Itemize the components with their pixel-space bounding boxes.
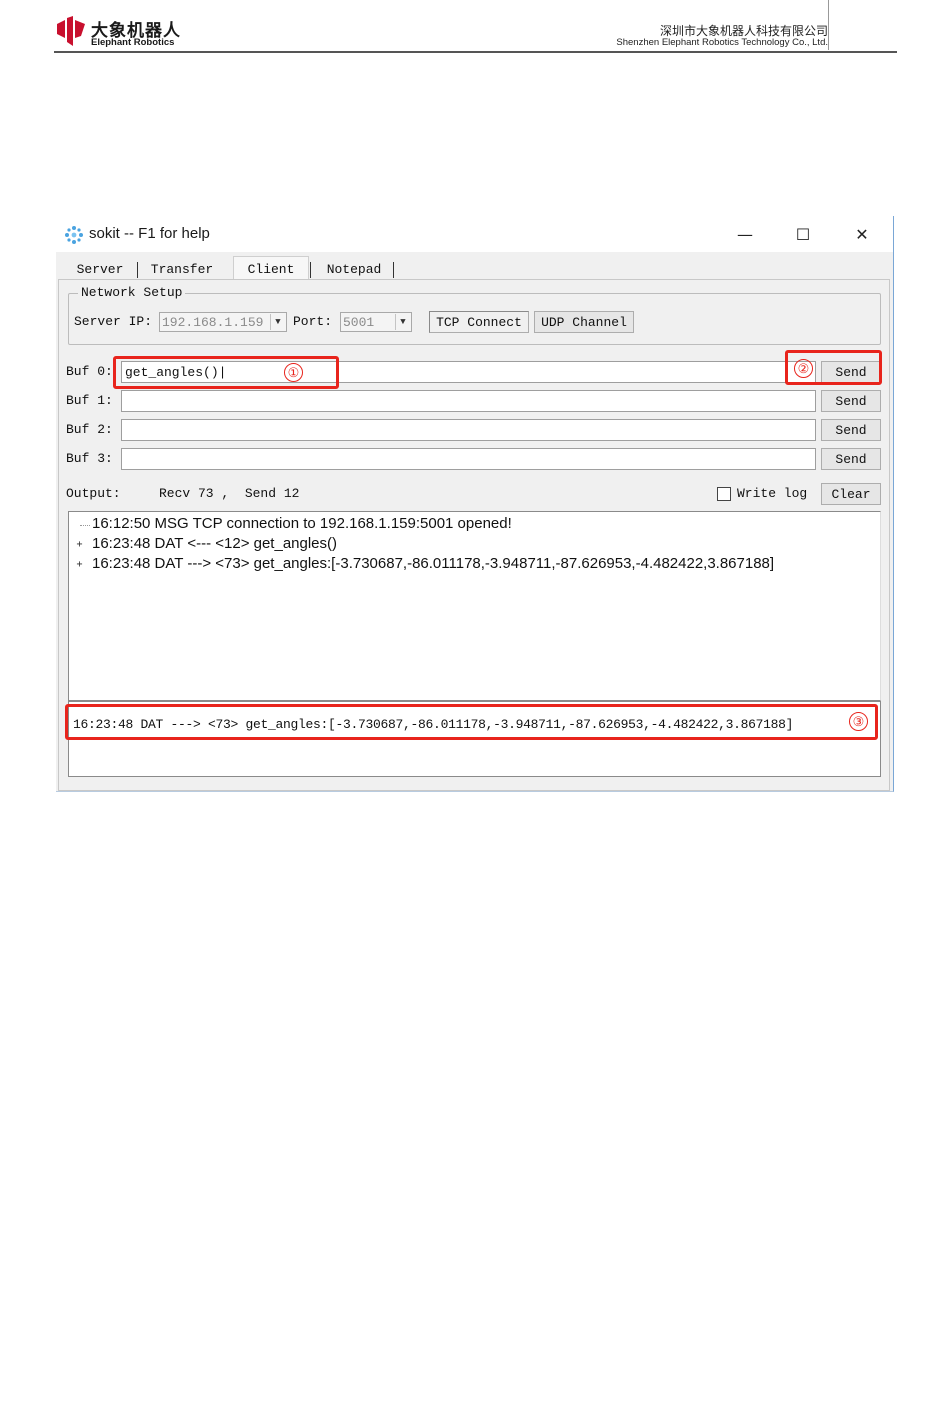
server-ip-value: 192.168.1.159 [162, 314, 264, 330]
chevron-down-icon[interactable]: ▼ [270, 314, 285, 330]
buf3-label: Buf 3: [66, 451, 113, 466]
tree-connector [80, 525, 90, 526]
sokit-app-icon [65, 226, 83, 244]
write-log-checkbox[interactable] [717, 487, 731, 501]
company-name-en: Shenzhen Elephant Robotics Technology Co… [616, 37, 828, 48]
recv-send-counts: Recv 73 , Send 12 [159, 486, 300, 501]
title-bar: sokit -- F1 for help — ☐ ✕ [56, 216, 893, 252]
tab-client[interactable]: Client [233, 256, 309, 281]
tcp-connect-button[interactable]: TCP Connect [429, 311, 529, 333]
window-title: sokit -- F1 for help [89, 225, 210, 242]
annotation-box-1 [113, 356, 339, 389]
output-log-tree[interactable]: 16:12:50 MSG TCP connection to 192.168.1… [68, 511, 881, 701]
buf1-send-button[interactable]: Send [821, 390, 881, 412]
brand-name-en: Elephant Robotics [91, 37, 175, 48]
expand-icon[interactable]: + [75, 560, 84, 570]
network-setup-label: Network Setup [78, 285, 186, 300]
sokit-window: sokit -- F1 for help — ☐ ✕ Server Transf… [56, 216, 894, 792]
udp-channel-button[interactable]: UDP Channel [534, 311, 634, 333]
buf2-send-button[interactable]: Send [821, 419, 881, 441]
close-button[interactable]: ✕ [847, 222, 877, 246]
buf1-label: Buf 1: [66, 393, 113, 408]
header-rule [54, 51, 897, 53]
output-label: Output: [66, 486, 121, 501]
annotation-box-3 [65, 704, 878, 740]
tab-separator [137, 262, 138, 278]
tab-separator [393, 262, 394, 278]
tab-notepad[interactable]: Notepad [316, 258, 392, 280]
log-row[interactable]: 16:12:50 MSG TCP connection to 192.168.1… [92, 515, 512, 532]
log-row[interactable]: 16:23:48 DAT ---> <73> get_angles:[-3.73… [92, 555, 774, 572]
server-ip-combo[interactable]: 192.168.1.159 ▼ [159, 312, 287, 332]
header-divider [828, 0, 829, 50]
buf2-label: Buf 2: [66, 422, 113, 437]
buf3-input[interactable] [121, 448, 816, 470]
chevron-down-icon[interactable]: ▼ [395, 314, 410, 330]
buf1-input[interactable] [121, 390, 816, 412]
log-row[interactable]: 16:23:48 DAT <--- <12> get_angles() [92, 535, 337, 552]
clear-button[interactable]: Clear [821, 483, 881, 505]
write-log-label: Write log [737, 486, 808, 501]
port-combo[interactable]: 5001 ▼ [340, 312, 412, 332]
annotation-marker-3: ③ [849, 712, 868, 731]
server-ip-label: Server IP: [74, 314, 153, 329]
expand-icon[interactable]: + [75, 540, 84, 550]
annotation-marker-2: ② [794, 359, 813, 378]
tab-server[interactable]: Server [66, 258, 134, 280]
annotation-marker-1: ① [284, 363, 303, 382]
buf0-label: Buf 0: [66, 364, 113, 379]
buf2-input[interactable] [121, 419, 816, 441]
port-value: 5001 [343, 314, 375, 330]
minimize-button[interactable]: — [730, 222, 760, 246]
elephant-robotics-logo-icon [57, 16, 85, 46]
maximize-button[interactable]: ☐ [788, 222, 818, 246]
buf3-send-button[interactable]: Send [821, 448, 881, 470]
tab-transfer[interactable]: Transfer [144, 258, 220, 280]
port-label: Port: [293, 314, 333, 329]
tab-separator [310, 262, 311, 278]
